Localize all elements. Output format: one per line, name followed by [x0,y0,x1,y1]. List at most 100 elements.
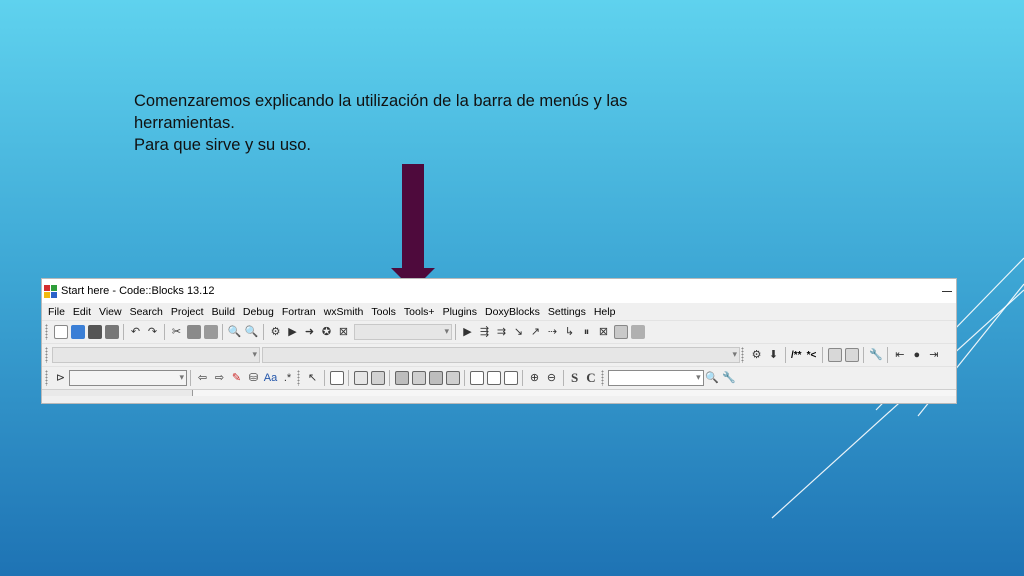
align-top-icon[interactable] [411,371,426,385]
doxy-block-comment-button[interactable]: /** [791,350,802,361]
copy-icon[interactable] [186,325,201,339]
menu-wxsmith[interactable]: wxSmith [321,306,369,318]
doxy-line-comment-button[interactable]: *< [807,350,817,361]
toolbar-grip[interactable] [297,370,300,386]
debug-info-icon[interactable] [630,325,645,339]
menu-tools[interactable]: Tools [368,306,401,318]
run-icon[interactable]: ▶ [286,325,300,339]
codeblocks-window: Start here - Code::Blocks 13.12 File Edi… [41,278,957,404]
menu-settings[interactable]: Settings [545,306,591,318]
text-search-icon[interactable]: Aa [264,371,278,385]
next-instruction-icon[interactable]: ⇢ [546,325,560,339]
toolbar-separator [887,347,889,363]
menu-file[interactable]: File [45,306,70,318]
menu-edit[interactable]: Edit [70,306,96,318]
stop-debugger-icon[interactable]: ⊠ [597,325,611,339]
minimize-icon[interactable] [942,290,952,292]
regex-c-button[interactable]: C [586,370,595,386]
select-pointer-icon[interactable]: ↖ [306,371,320,385]
build-and-run-icon[interactable]: ➜ [303,325,317,339]
jump-forward-icon[interactable]: ⇨ [213,371,227,385]
menu-view[interactable]: View [96,306,127,318]
search-combo[interactable]: ▾ [69,370,187,386]
symbol-search-select[interactable]: ▾ [607,370,704,386]
highlight-icon[interactable]: ✎ [230,371,244,385]
doxy-preferences-icon[interactable]: 🔧 [869,348,883,362]
run-to-cursor-icon[interactable]: ⇶ [478,325,492,339]
toolbar-grip[interactable] [600,370,604,386]
step-out-icon[interactable]: ↗ [529,325,543,339]
window-title: Start here - Code::Blocks 13.12 [61,285,215,297]
build-target-select[interactable]: ▾ [354,324,452,340]
pause-icon[interactable]: ⏸ [580,325,594,339]
debug-start-icon[interactable]: ▶ [461,325,475,339]
save-icon[interactable] [87,325,102,339]
next-bookmark-icon[interactable]: ⇥ [927,348,941,362]
build-gear-icon[interactable]: ⚙ [269,325,283,339]
menu-build[interactable]: Build [209,306,240,318]
menu-debug[interactable]: Debug [240,306,279,318]
doxy-chm-icon[interactable] [844,348,859,362]
toolbar-grip[interactable] [741,347,744,363]
debug-windows-icon[interactable] [613,325,628,339]
open-file-icon[interactable] [70,325,85,339]
rebuild-icon[interactable]: ✪ [320,325,334,339]
find-icon[interactable]: 🔍 [228,325,242,339]
doxy-wizard-icon[interactable]: ⚙ [750,348,764,362]
menu-fortran[interactable]: Fortran [279,306,321,318]
step-into-instruction-icon[interactable]: ↳ [563,325,577,339]
zoom-out-icon[interactable]: ⊖ [545,371,559,385]
scope-select[interactable]: ▾ [52,347,260,363]
chevron-down-icon: ▾ [179,372,184,382]
jump-back-icon[interactable]: ⇦ [196,371,210,385]
toolbar-grip[interactable] [45,324,48,340]
symbol-settings-icon[interactable]: 🔧 [722,371,736,385]
align-right-icon[interactable] [445,371,460,385]
symbol-search-icon[interactable]: 🔍 [705,371,719,385]
regex-icon[interactable]: .* [281,371,295,385]
toolbar-grip[interactable] [45,347,48,363]
toolbar-separator [455,324,456,340]
menu-search[interactable]: Search [127,306,168,318]
panel-layout-icon[interactable] [370,371,385,385]
function-select[interactable]: ▾ [262,347,740,363]
toolbar-separator [822,347,824,363]
caption-line-1: Comenzaremos explicando la utilización d… [134,92,628,110]
dialog-layout-icon[interactable] [353,371,368,385]
prev-bookmark-icon[interactable]: ⇤ [893,348,907,362]
regex-s-button[interactable]: S [571,370,578,386]
editor-panel-edge [193,390,956,396]
save-all-icon[interactable] [104,325,119,339]
menu-bar: File Edit View Search Project Build Debu… [42,303,956,320]
frame-layout-icon[interactable] [329,371,344,385]
jump-icon[interactable]: ⊳ [54,371,68,385]
sizer-flex-icon[interactable] [503,371,518,385]
main-toolbar: ↶ ↷ ✂ 🔍 🔍 ⚙ ▶ ➜ ✪ ⊠ ▾ ▶ ⇶ ⇉ ↘ ↗ ⇢ ↳ ⏸ ⊠ [42,320,956,343]
editor-area-edge [42,389,956,396]
zoom-in-icon[interactable]: ⊕ [528,371,542,385]
toolbar-separator [324,370,325,386]
menu-project[interactable]: Project [168,306,209,318]
find-in-files-icon[interactable]: ⛁ [247,371,261,385]
undo-icon[interactable]: ↶ [129,325,143,339]
step-into-icon[interactable]: ↘ [512,325,526,339]
replace-icon[interactable]: 🔍 [245,325,259,339]
sizer-grid-icon[interactable] [486,371,501,385]
align-left-icon[interactable] [394,371,409,385]
menu-doxyblocks[interactable]: DoxyBlocks [482,306,545,318]
menu-help[interactable]: Help [591,306,621,318]
sizer-box-icon[interactable] [469,371,484,385]
next-line-icon[interactable]: ⇉ [495,325,509,339]
doxy-extract-icon[interactable]: ⬇ [767,348,781,362]
menu-tools-plus[interactable]: Tools+ [401,306,440,318]
toggle-bookmark-icon[interactable]: ● [910,348,924,362]
align-center-icon[interactable] [428,371,443,385]
paste-icon[interactable] [203,325,218,339]
cut-icon[interactable]: ✂ [170,325,184,339]
new-file-icon[interactable] [53,325,68,339]
redo-icon[interactable]: ↷ [146,325,160,339]
doxy-html-icon[interactable] [827,348,842,362]
toolbar-grip[interactable] [45,370,48,386]
menu-plugins[interactable]: Plugins [440,306,482,318]
abort-icon[interactable]: ⊠ [337,325,351,339]
